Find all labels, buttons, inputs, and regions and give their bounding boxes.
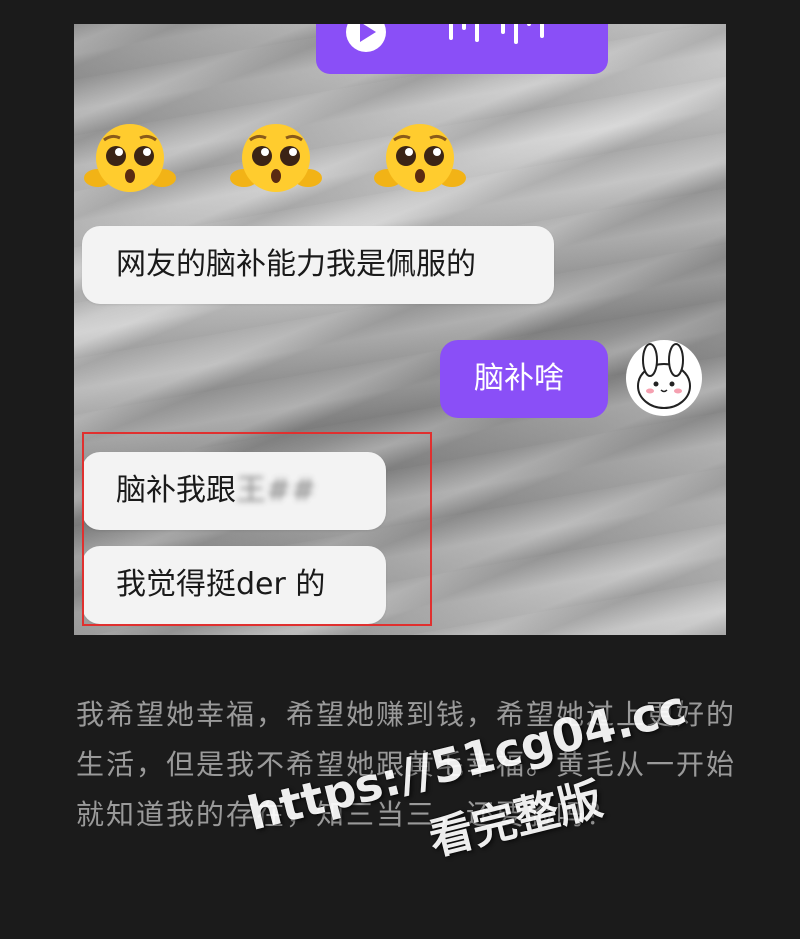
- message-bubble-right[interactable]: 脑补啥: [440, 340, 608, 418]
- play-icon[interactable]: [346, 24, 386, 52]
- waveform-icon: [436, 24, 544, 44]
- voice-message-bubble[interactable]: [316, 24, 608, 74]
- message-text: 脑补啥: [474, 361, 564, 396]
- message-text: 网友的脑补能力我是佩服的: [116, 247, 476, 282]
- chat-screenshot: 网友的脑补能力我是佩服的 脑补啥 脑补我跟王## 我觉得挺der 的: [74, 24, 726, 635]
- pleading-face-emoji: [374, 124, 466, 192]
- message-bubble-left[interactable]: 网友的脑补能力我是佩服的: [82, 226, 554, 304]
- highlight-box: [82, 432, 432, 626]
- pleading-face-emoji: [84, 124, 176, 192]
- rabbit-avatar-icon[interactable]: [626, 340, 702, 416]
- watermark: https://51cg04.cc 看完整版: [230, 605, 800, 925]
- pleading-face-emoji: [230, 124, 322, 192]
